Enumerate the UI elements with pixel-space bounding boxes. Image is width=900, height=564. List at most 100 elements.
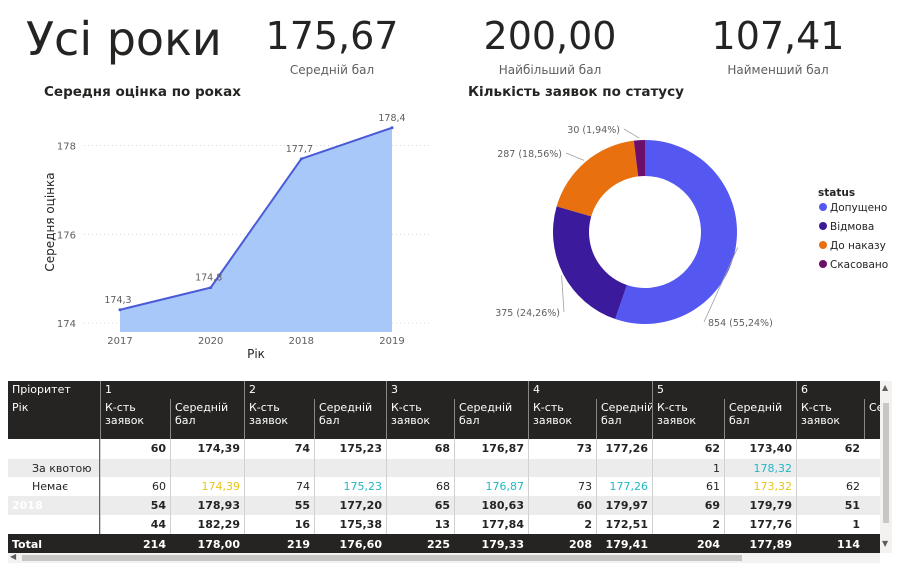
scroll-up-icon[interactable]: ▲ [882,383,888,392]
data-point[interactable] [209,286,213,290]
donut-chart-title: Кількість заявок по статусу [468,84,684,100]
leader-line [565,152,585,161]
data-label: 174,3 [104,295,131,306]
priority-group-header: 2 [244,381,386,399]
count-cell: 1 [652,459,724,478]
count-cell: 54 [100,496,170,515]
data-point[interactable] [390,126,394,130]
legend-item[interactable]: Скасовано [830,259,888,271]
vertical-scrollbar[interactable]: ▲ ▼ [880,381,892,553]
x-axis-title: Рік [247,347,265,361]
priority-group-header: 4 [528,381,652,399]
legend-item[interactable]: До наказу [830,240,886,252]
count-cell: 69 [652,496,724,515]
priority-group-header: 6 [796,381,880,399]
count-cell: 55 [244,496,314,515]
area-chart-title: Середня оцінка по роках [44,84,241,100]
total-cell: 178,00 [170,534,244,553]
avg-score-cell: 174,39 [170,439,244,459]
avg-score-cell: 175,38 [314,515,386,534]
row-label: 2018 [8,496,100,515]
total-cell: 177,89 [724,534,796,553]
row-label: За квотою [8,459,100,478]
column-header: К-сть заявок [652,399,724,439]
data-label: 177,7 [286,144,313,155]
total-cell: 176,60 [314,534,386,553]
x-tick-label: 2017 [107,336,132,347]
data-label: 178,4 [378,113,405,124]
donut-slice[interactable] [556,140,639,217]
column-header: Середній бал [596,399,652,439]
count-cell: 68 [386,439,454,459]
x-tick-label: 2018 [289,336,314,347]
table-row: За квотою 1 178,32 [8,459,880,478]
scroll-down-icon[interactable]: ▼ [882,539,888,548]
priority-group-header: 5 [652,381,796,399]
total-cell: 179,41 [596,534,652,553]
scrollbar-thumb[interactable] [883,403,889,523]
horizontal-scrollbar[interactable]: ◀ [8,552,880,563]
slice-data-label: 854 (55,24%) [708,318,773,329]
count-cell: 74 [244,439,314,459]
avg-score-cell: 176,87 [454,439,528,459]
avg-score-cell: 177,84 [454,515,528,534]
avg-score-cell: 172,51 [596,515,652,534]
scroll-left-icon[interactable]: ◀ [10,552,16,561]
kpi-average-value: 175,67 [265,14,399,58]
total-cell: 214 [100,534,170,553]
avg-score-cell: 178,93 [170,496,244,515]
avg-score-cell: 177,26 [596,477,652,496]
avg-score-cell: 173,32 [724,477,796,496]
total-row: Total 214 178,00 219 176,60 225 179,33 208 179,4… [8,534,880,553]
y-tick-label: 178 [57,142,76,153]
leader-line [561,275,565,313]
avg-score-cell: 175,23 [314,477,386,496]
avg-score-cell [170,459,244,478]
avg-score-cell: 175,23 [314,439,386,459]
count-cell: 13 [386,515,454,534]
avg-score-cell: 176,87 [454,477,528,496]
priority-header: Пріоритет [8,381,100,399]
data-point[interactable] [299,157,303,161]
total-cell: 225 [386,534,454,553]
count-cell: 73 [528,439,596,459]
total-cell: 208 [528,534,596,553]
count-cell: 68 [386,477,454,496]
column-header: К-сть заявок [100,399,170,439]
count-cell: 51 [796,496,864,515]
x-tick-label: 2019 [379,336,404,347]
data-point[interactable] [118,308,122,312]
legend-marker [819,260,827,268]
x-tick-label: 2020 [198,336,223,347]
count-cell: 60 [100,477,170,496]
avg-score-cell: 177,76 [724,515,796,534]
table-row: 2018 54 178,93 55 177,20 65 180,63 60 179,97 69 17… [8,496,880,515]
total-cell: 114 [796,534,864,553]
column-header: Середній бал [724,399,796,439]
hscrollbar-thumb[interactable] [22,555,742,561]
count-cell: 62 [652,439,724,459]
avg-score-cell: 178,32 [724,459,796,478]
y-axis-title: Середня оцінка [43,172,57,271]
donut-slice[interactable] [553,206,627,320]
area-chart: 174 176 178 174,3 174,8 177,7 178,4 2017 2020 2… [43,113,430,361]
count-cell [796,459,864,478]
count-cell: 62 [796,439,864,459]
slice-data-label: 287 (18,56%) [497,149,562,160]
matrix-group-header-row: Пріоритет 1 2 3 4 5 6 [8,381,880,399]
table-row: Немає 60 174,39 74 175,23 68 176,87 73 177,26 61 1… [8,477,880,496]
row-label: Немає [8,477,100,496]
slice-data-label: 375 (24,26%) [495,308,560,319]
count-cell [528,459,596,478]
avg-score-cell [454,459,528,478]
legend-item[interactable]: Відмова [830,221,874,233]
legend-marker [819,222,827,230]
avg-score-cell: 182,29 [170,515,244,534]
legend-item[interactable]: Допущено [830,202,887,214]
donut-chart: 854 (55,24%) 375 (24,26%) 287 (18,56%) 30 (… [495,125,888,329]
priority-group-header: 1 [100,381,244,399]
avg-score-cell: 179,97 [596,496,652,515]
column-header: Середній бал [170,399,244,439]
column-header: К-сть заявок [244,399,314,439]
kpi-min-label: Найменший бал [727,63,829,77]
